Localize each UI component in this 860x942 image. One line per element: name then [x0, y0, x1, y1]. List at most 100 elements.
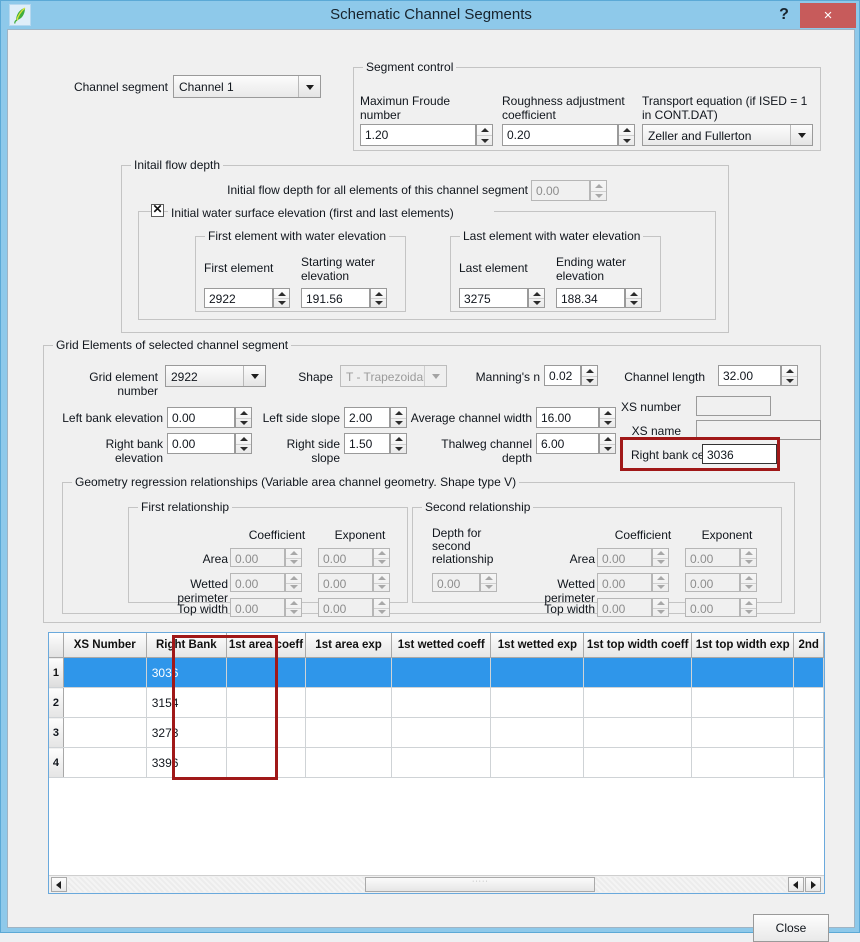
spinner-up-icon[interactable] [653, 599, 668, 608]
table-cell[interactable] [794, 688, 824, 718]
chevron-down-icon[interactable] [790, 125, 812, 145]
spinner-up-icon[interactable] [391, 434, 406, 444]
spinner-up-icon[interactable] [286, 599, 301, 608]
froude-input[interactable]: 1.20 [360, 124, 476, 146]
second-topwidth-exponent-spinner[interactable] [740, 598, 757, 617]
second-depth-spinner[interactable] [480, 573, 497, 592]
spinner-down-icon[interactable] [371, 298, 386, 307]
channel-length-input[interactable]: 32.00 [718, 365, 781, 386]
right-bank-elevation-spinner[interactable] [235, 433, 252, 454]
table-cell[interactable]: 3273 [146, 718, 226, 748]
scroll-left-button[interactable] [51, 877, 67, 892]
table-cell[interactable] [63, 748, 146, 778]
first-area-coefficient-spinner[interactable] [285, 548, 302, 567]
spinner-down-icon[interactable] [374, 583, 389, 592]
row-header[interactable]: 4 [49, 748, 63, 778]
table-cell[interactable] [491, 718, 584, 748]
second-wetted-coefficient-spinner[interactable] [652, 573, 669, 592]
table-row[interactable]: 13036 [49, 658, 824, 688]
spinner-down-icon[interactable] [600, 444, 615, 454]
window-close-button[interactable]: × [800, 3, 856, 28]
table-cell[interactable] [584, 658, 692, 688]
table-cell[interactable] [691, 658, 793, 688]
column-header-1[interactable]: Right Bank [146, 633, 226, 658]
spinner-up-icon[interactable] [782, 366, 797, 376]
table-cell[interactable] [63, 658, 146, 688]
channel-length-spinner[interactable] [781, 365, 798, 386]
table-cell[interactable] [392, 718, 491, 748]
spinner-down-icon[interactable] [286, 608, 301, 617]
right-bank-elevation-input[interactable]: 0.00 [167, 433, 235, 454]
spinner-down-icon[interactable] [374, 558, 389, 567]
roughness-spinner[interactable] [618, 124, 635, 146]
scroll-page-left-button[interactable] [788, 877, 804, 892]
spinner-down-icon[interactable] [236, 444, 251, 454]
channel-segment-combo[interactable]: Channel 1 [173, 75, 321, 98]
ending-elev-input[interactable]: 188.34 [556, 288, 625, 308]
table-cell[interactable] [491, 658, 584, 688]
first-topwidth-exponent-spinner[interactable] [373, 598, 390, 617]
spinner-down-icon[interactable] [782, 376, 797, 386]
spinner-down-icon[interactable] [741, 583, 756, 592]
table-cell[interactable] [392, 748, 491, 778]
thalweg-depth-input[interactable]: 6.00 [536, 433, 599, 454]
first-area-coefficient-input[interactable]: 0.00 [230, 548, 285, 567]
table-cell[interactable] [226, 718, 305, 748]
spinner-down-icon[interactable] [274, 298, 289, 307]
chevron-down-icon[interactable] [424, 366, 446, 386]
column-header-3[interactable]: 1st area exp [306, 633, 392, 658]
second-topwidth-coefficient-spinner[interactable] [652, 598, 669, 617]
spinner-down-icon[interactable] [741, 608, 756, 617]
table-cell[interactable] [491, 688, 584, 718]
spinner-up-icon[interactable] [391, 408, 406, 418]
second-area-exponent-spinner[interactable] [740, 548, 757, 567]
last-element-input[interactable]: 3275 [459, 288, 528, 308]
table-row[interactable]: 33273 [49, 718, 824, 748]
spinner-up-icon[interactable] [274, 289, 289, 298]
spinner-down-icon[interactable] [619, 135, 634, 145]
table-cell[interactable] [584, 748, 692, 778]
second-area-coefficient-input[interactable]: 0.00 [597, 548, 652, 567]
spinner-up-icon[interactable] [529, 289, 544, 298]
left-side-slope-spinner[interactable] [390, 407, 407, 428]
row-header[interactable]: 1 [49, 658, 63, 688]
column-header-0[interactable]: XS Number [63, 633, 146, 658]
spinner-down-icon[interactable] [236, 418, 251, 428]
xs-data-grid[interactable]: XS NumberRight Bank1st area coeff1st are… [49, 633, 824, 778]
second-topwidth-coefficient-input[interactable]: 0.00 [597, 598, 652, 617]
spinner-up-icon[interactable] [741, 599, 756, 608]
table-cell[interactable] [63, 718, 146, 748]
table-cell[interactable] [226, 658, 305, 688]
spinner-down-icon[interactable] [391, 444, 406, 454]
shape-combo[interactable]: T - Trapezoidal [340, 365, 447, 387]
spinner-up-icon[interactable] [626, 289, 641, 298]
spinner-up-icon[interactable] [286, 574, 301, 583]
second-wetted-exponent-input[interactable]: 0.00 [685, 573, 740, 592]
table-cell[interactable] [306, 688, 392, 718]
average-channel-width-input[interactable]: 16.00 [536, 407, 599, 428]
first-area-exponent-input[interactable]: 0.00 [318, 548, 373, 567]
column-header-2[interactable]: 1st area coeff [226, 633, 305, 658]
spinner-down-icon[interactable] [481, 583, 496, 592]
table-cell[interactable] [794, 718, 824, 748]
table-cell[interactable] [691, 748, 793, 778]
column-header-8[interactable]: 2nd [794, 633, 824, 658]
table-cell[interactable] [794, 748, 824, 778]
column-header-5[interactable]: 1st wetted exp [491, 633, 584, 658]
chevron-down-icon[interactable] [298, 76, 320, 97]
first-topwidth-coefficient-spinner[interactable] [285, 598, 302, 617]
table-cell[interactable] [226, 748, 305, 778]
xs-number-input[interactable] [696, 396, 771, 416]
froude-spinner[interactable] [476, 124, 493, 146]
second-area-exponent-input[interactable]: 0.00 [685, 548, 740, 567]
first-element-input[interactable]: 2922 [204, 288, 273, 308]
spinner-up-icon[interactable] [371, 289, 386, 298]
table-cell[interactable] [794, 658, 824, 688]
spinner-down-icon[interactable] [582, 376, 597, 386]
left-side-slope-input[interactable]: 2.00 [344, 407, 390, 428]
spinner-up-icon[interactable] [653, 549, 668, 558]
table-row[interactable]: 43396 [49, 748, 824, 778]
spinner-down-icon[interactable] [626, 298, 641, 307]
transport-equation-combo[interactable]: Zeller and Fullerton [642, 124, 813, 146]
first-wetted-coefficient-spinner[interactable] [285, 573, 302, 592]
